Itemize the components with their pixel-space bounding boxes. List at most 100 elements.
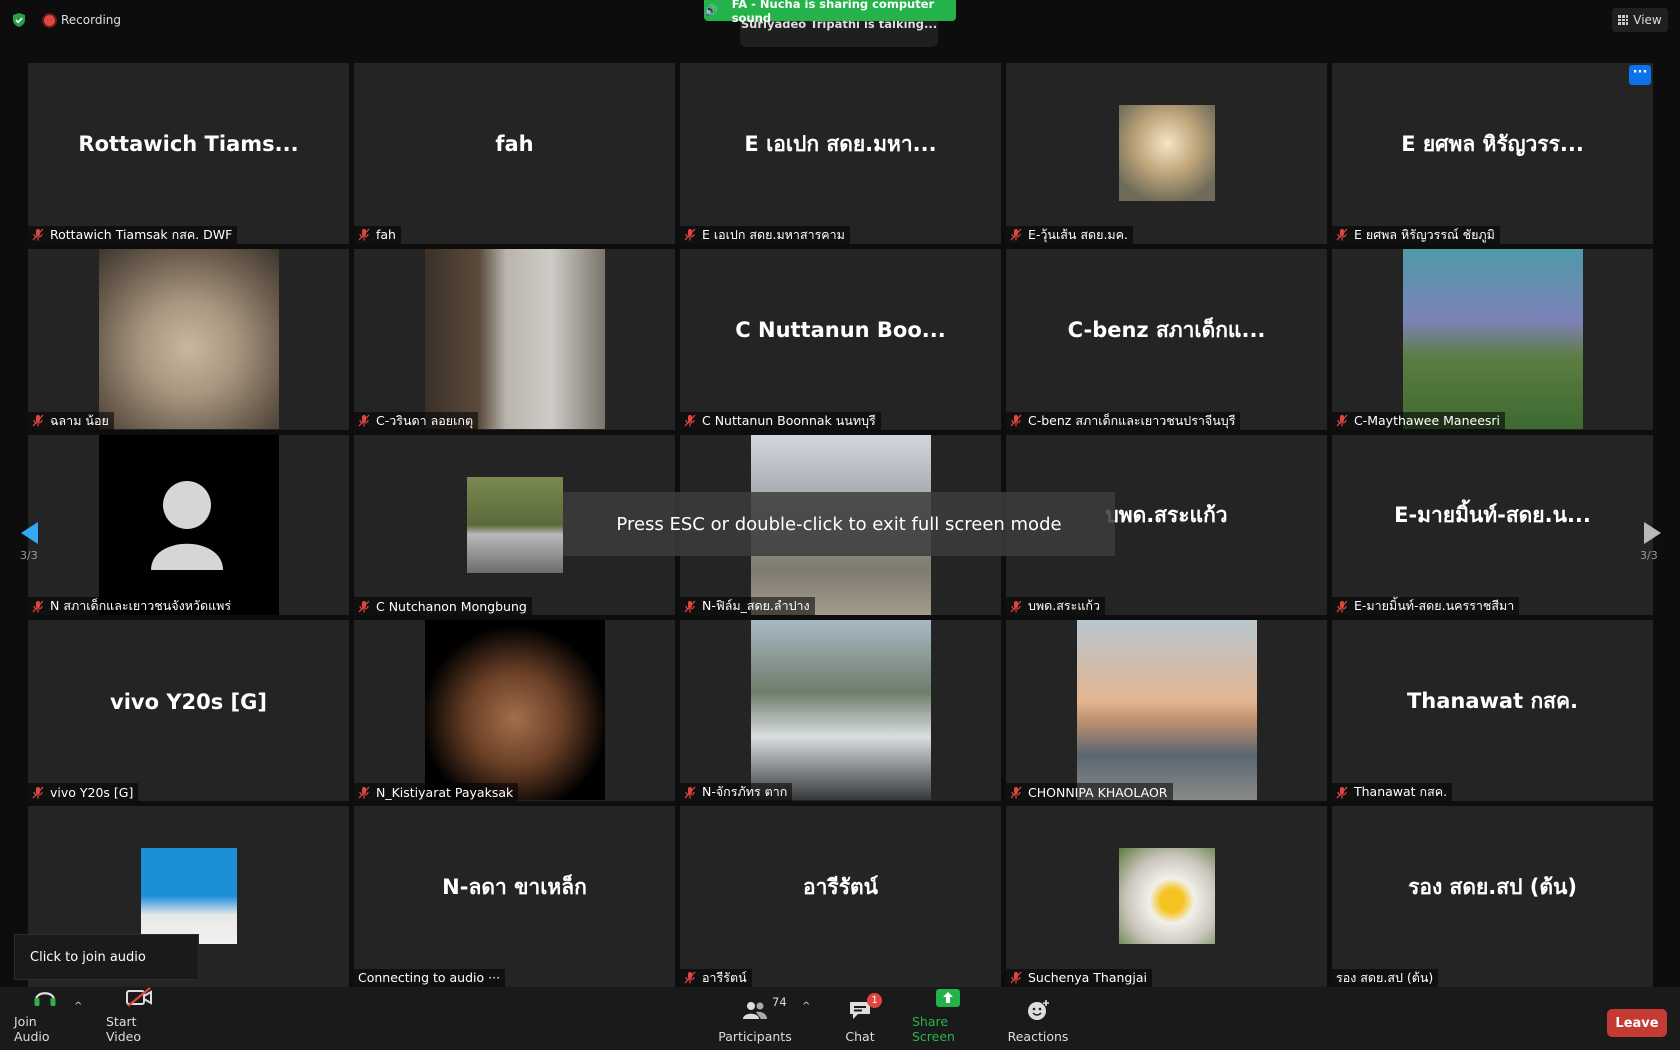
- participant-name-label: Connecting to audio ···: [358, 970, 501, 986]
- participant-name-label: E ยศพล หิรัญวรรณ์ ชัยภูมิ: [1354, 226, 1495, 242]
- participants-button[interactable]: 74 Participants: [718, 987, 791, 1050]
- participants-options-caret-icon[interactable]: ^: [802, 1001, 810, 1012]
- mic-muted-icon: [358, 228, 370, 241]
- chat-button[interactable]: 1 Chat: [842, 987, 882, 1050]
- participant-name-label: Suchenya Thangjai: [1028, 970, 1147, 986]
- participant-nameplate: fah: [354, 225, 401, 244]
- participant-display-name: E ยศพล หิรัญวรร...: [1401, 131, 1584, 156]
- participant-display-name: อารีรัตน์: [803, 875, 878, 900]
- participant-tile[interactable]: C-วรินดา ลอยเกตุ: [354, 248, 675, 430]
- participant-tile[interactable]: E ยศพล หิรัญวรร... E ยศพล หิรัญวรรณ์ ชัยภ…: [1332, 63, 1653, 244]
- participant-nameplate: C-benz สภาเด็กและเยาวชนปราจีนบุรี: [1006, 411, 1241, 430]
- chat-label: Chat: [845, 1029, 875, 1044]
- participant-name-label: N-จักรภัทร ตาก: [702, 784, 788, 800]
- mic-muted-icon: [1010, 414, 1022, 427]
- participant-tile[interactable]: N สภาเด็กและเยาวชนจังหวัดแพร่: [28, 434, 349, 616]
- mic-muted-icon: [32, 786, 44, 799]
- participant-display-name: fah: [495, 132, 534, 157]
- participant-photo: [98, 248, 279, 429]
- participant-name-label: C Nutchanon Mongbung: [376, 598, 527, 614]
- mic-muted-icon: [1010, 971, 1022, 984]
- mic-muted-icon: [358, 786, 370, 799]
- participant-tile[interactable]: Suchenya Thangjai: [1006, 806, 1327, 987]
- participant-nameplate: N-จักรภัทร ตาก: [680, 783, 793, 802]
- mic-muted-icon: [32, 414, 44, 427]
- participant-tile[interactable]: ฉลาม น้อย: [28, 248, 349, 430]
- mic-muted-icon: [684, 414, 696, 427]
- participant-nameplate: อารีรัตน์: [680, 968, 752, 987]
- sharing-sound-banner: 🔊 FA - Nucha is sharing computer sound: [704, 0, 956, 25]
- participant-photo: [466, 476, 563, 573]
- mic-muted-icon: [684, 228, 696, 241]
- participant-tile[interactable]: vivo Y20s [G] vivo Y20s [G]: [28, 620, 349, 802]
- participant-name-label: E เอเปก สดย.มหาสารคาม: [702, 226, 845, 242]
- participant-name-label: รอง สดย.สป (ต้น): [1336, 969, 1434, 985]
- leave-button[interactable]: Leave: [1607, 1009, 1667, 1037]
- participant-photo: [1118, 848, 1215, 945]
- mic-muted-icon: [358, 600, 370, 613]
- participant-tile[interactable]: C Nuttanun Boo... C Nuttanun Boonnak นนทบ…: [680, 248, 1001, 430]
- mic-muted-icon: [32, 228, 44, 241]
- mic-muted-icon: [1336, 600, 1348, 613]
- fullscreen-exit-toast: Press ESC or double-click to exit full s…: [563, 492, 1115, 556]
- recording-dot-icon: [44, 14, 55, 26]
- reactions-button[interactable]: Reactions: [1008, 987, 1068, 1050]
- page-indicator-right: 3/3: [1640, 549, 1658, 562]
- video-off-icon: [125, 986, 153, 1008]
- join-audio-label: Join Audio: [14, 1014, 50, 1044]
- participant-name-label: C-วรินดา ลอยเกตุ: [376, 412, 474, 428]
- participant-tile[interactable]: C-Maythawee Maneesri: [1332, 248, 1653, 430]
- participant-tile[interactable]: N_Kistiyarat Payaksak: [354, 620, 675, 802]
- more-options-icon[interactable]: ···: [1629, 65, 1651, 85]
- participant-nameplate: Suchenya Thangjai: [1006, 968, 1152, 987]
- mic-muted-icon: [1336, 228, 1348, 241]
- participant-nameplate: CHONNIPA KHAOLAOR: [1006, 783, 1173, 802]
- join-audio-tooltip: Click to join audio: [14, 934, 199, 980]
- participant-nameplate: Connecting to audio ···: [354, 968, 506, 987]
- participant-tile[interactable]: N-ลดา ขาเหล็ก Connecting to audio ···: [354, 806, 675, 987]
- share-screen-button[interactable]: Share Screen: [912, 987, 984, 1050]
- participant-name-label: C-Maythawee Maneesri: [1354, 413, 1501, 429]
- recording-label: Recording: [61, 13, 122, 27]
- mic-muted-icon: [684, 786, 696, 799]
- participants-label: Participants: [718, 1029, 792, 1044]
- participant-tile[interactable]: E เอเปก สดย.มหา... E เอเปก สดย.มหาสารคาม: [680, 63, 1001, 244]
- participant-tile[interactable]: C-benz สภาเด็กแ... C-benz สภาเด็กและเยาวช…: [1006, 248, 1327, 430]
- participant-name-label: N_Kistiyarat Payaksak: [376, 784, 514, 800]
- participant-tile[interactable]: อารีรัตน์ อารีรัตน์: [680, 806, 1001, 987]
- mic-muted-icon: [1336, 414, 1348, 427]
- leave-label: Leave: [1615, 1015, 1659, 1031]
- participant-tile[interactable]: fah fah: [354, 63, 675, 244]
- participant-tile[interactable]: E-มายมิ้นท์-สดย.น... E-มายมิ้นท์-สดย.นครร…: [1332, 434, 1653, 616]
- join-audio-button[interactable]: Join Audio: [14, 987, 76, 1050]
- participant-display-name: N-ลดา ขาเหล็ก: [442, 875, 587, 900]
- participant-tile[interactable]: CHONNIPA KHAOLAOR: [1006, 620, 1327, 802]
- participant-nameplate: บพด.สระแก้ว: [1006, 597, 1105, 616]
- view-button[interactable]: View: [1612, 8, 1668, 32]
- mic-muted-icon: [1010, 786, 1022, 799]
- participant-nameplate: รอง สดย.สป (ต้น): [1332, 968, 1439, 987]
- audio-options-caret-icon[interactable]: ^: [74, 1001, 82, 1012]
- mic-muted-icon: [1010, 228, 1022, 241]
- participant-photo: [424, 248, 605, 429]
- participant-photo: [140, 848, 237, 945]
- security-shield-icon[interactable]: [11, 12, 27, 28]
- participant-tile[interactable]: Rottawich Tiams... Rottawich Tiamsak กสค.…: [28, 63, 349, 244]
- participant-tile[interactable]: Thanawat กสค. Thanawat กสค.: [1332, 620, 1653, 802]
- recording-indicator[interactable]: Recording: [44, 11, 121, 29]
- participant-name-label: vivo Y20s [G]: [50, 784, 134, 800]
- default-avatar-icon: [150, 480, 223, 570]
- page-indicator-left: 3/3: [20, 549, 38, 562]
- participant-tile[interactable]: N-จักรภัทร ตาก: [680, 620, 1001, 802]
- grid-view-icon: [1618, 15, 1629, 25]
- participant-nameplate: C Nuttanun Boonnak นนทบุรี: [680, 411, 881, 430]
- sharing-sound-text: FA - Nucha is sharing computer sound: [731, 0, 935, 25]
- participant-tile[interactable]: รอง สดย.สป (ต้น) รอง สดย.สป (ต้น): [1332, 806, 1653, 987]
- start-video-button[interactable]: Start Video: [106, 987, 172, 1050]
- mic-muted-icon: [32, 600, 44, 613]
- share-screen-icon: [935, 987, 961, 1008]
- participant-tile[interactable]: E-วุ้นเส้น สดย.มค.: [1006, 63, 1327, 244]
- mic-muted-icon: [1010, 600, 1022, 613]
- participant-name-label: ฉลาม น้อย: [50, 412, 109, 428]
- participant-nameplate: ฉลาม น้อย: [28, 411, 114, 430]
